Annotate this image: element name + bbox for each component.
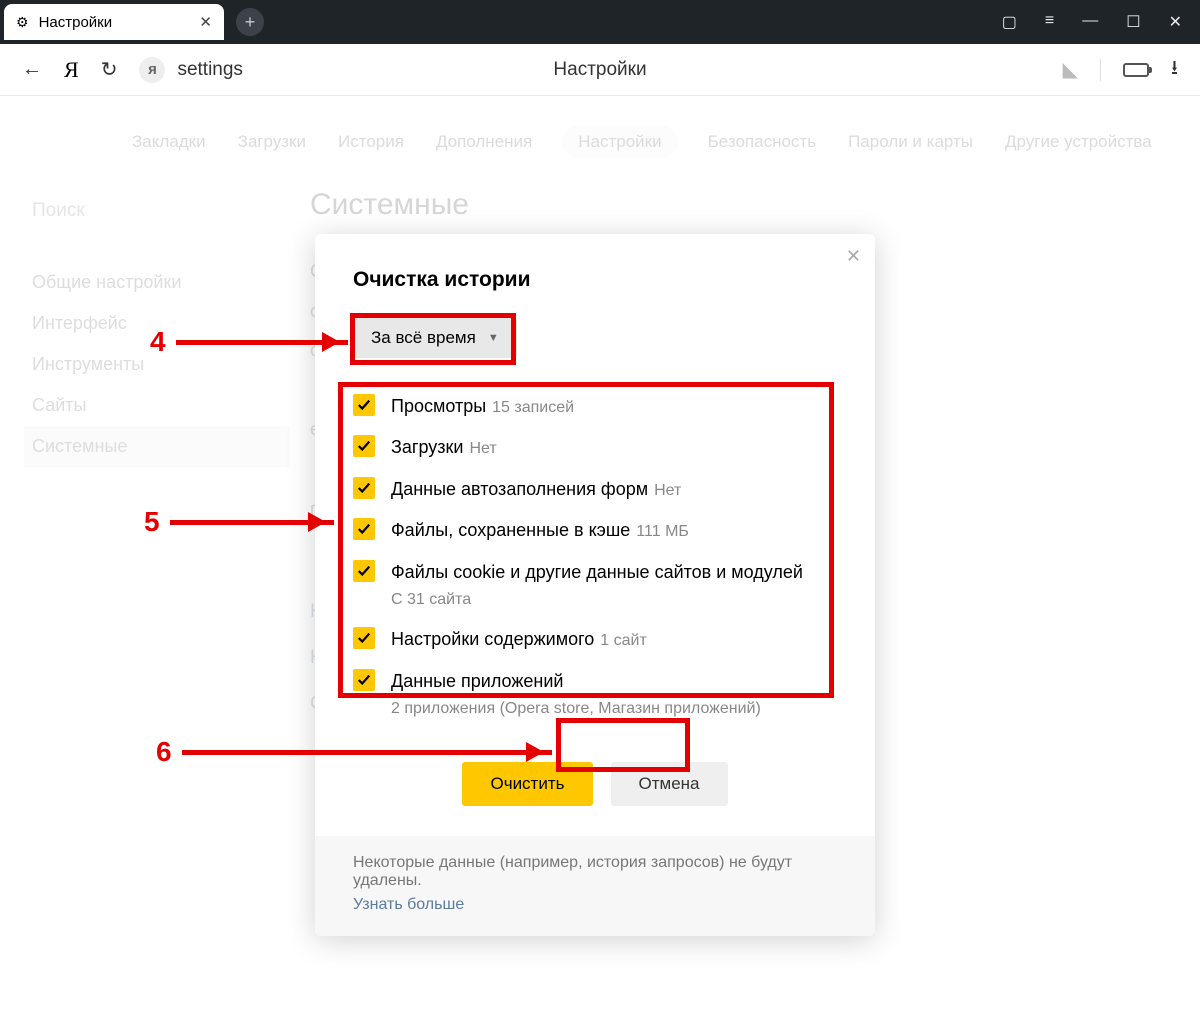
checkbox[interactable]	[353, 394, 375, 416]
checkbox[interactable]	[353, 560, 375, 582]
address-bar: ← Я ↻ я settings Настройки ◣ ⭳	[0, 44, 1200, 96]
checkbox[interactable]	[353, 518, 375, 540]
gear-icon: ⚙	[16, 14, 29, 31]
checkbox[interactable]	[353, 435, 375, 457]
reload-icon[interactable]: ↻	[101, 57, 118, 82]
yandex-icon[interactable]: Я	[64, 57, 79, 83]
checkbox-label: Файлы, сохраненные в кэше111 МБ	[391, 518, 689, 543]
close-icon[interactable]: ✕	[846, 246, 861, 267]
checkbox-label: Просмотры15 записей	[391, 394, 574, 419]
checkbox-row: Данные приложений2 приложения (Opera sto…	[353, 661, 837, 729]
tab-title: Настройки	[39, 14, 113, 31]
new-tab-button[interactable]: +	[236, 8, 264, 36]
checkbox-label: Настройки содержимого1 сайт	[391, 627, 647, 652]
minimize-icon[interactable]: —	[1082, 12, 1098, 32]
maximize-icon[interactable]: ☐	[1126, 12, 1140, 32]
checkbox-label: ЗагрузкиНет	[391, 435, 497, 460]
checkbox[interactable]	[353, 477, 375, 499]
page-title: Настройки	[553, 59, 646, 81]
browser-tab[interactable]: ⚙ Настройки ✕	[4, 4, 224, 40]
checkbox-row: Просмотры15 записей	[353, 386, 837, 427]
footer-text: Некоторые данные (например, история запр…	[353, 854, 792, 889]
titlebar: ⚙ Настройки ✕ + ▢ ≡ — ☐ ✕	[0, 0, 1200, 44]
url-text: settings	[177, 59, 242, 81]
checkbox-row: Настройки содержимого1 сайт	[353, 619, 837, 660]
dialog-footer: Некоторые данные (например, история запр…	[315, 836, 875, 936]
cancel-button[interactable]: Отмена	[611, 762, 728, 806]
time-range-select[interactable]: За всё время ▼	[353, 318, 517, 358]
learn-more-link[interactable]: Узнать больше	[353, 896, 464, 914]
close-window-icon[interactable]: ✕	[1169, 12, 1182, 32]
clear-history-dialog: ✕ Очистка истории За всё время ▼ Просмот…	[315, 234, 875, 936]
clear-button[interactable]: Очистить	[462, 762, 592, 806]
checkbox-row: Данные автозаполнения формНет	[353, 469, 837, 510]
checkbox-label: Данные приложений2 приложения (Opera sto…	[391, 669, 761, 721]
battery-icon	[1123, 63, 1149, 77]
checkbox-row: Файлы cookie и другие данные сайтов и мо…	[353, 552, 837, 620]
site-badge-icon: я	[139, 57, 165, 83]
separator	[1100, 59, 1101, 81]
tab-close-icon[interactable]: ✕	[199, 13, 212, 31]
checkbox[interactable]	[353, 669, 375, 691]
select-value: За всё время	[371, 328, 476, 348]
url-box[interactable]: я settings	[139, 57, 242, 83]
checkbox-label: Файлы cookie и другие данные сайтов и мо…	[391, 560, 803, 612]
sidebar-toggle-icon[interactable]: ▢	[1002, 12, 1017, 32]
checkbox-label: Данные автозаполнения формНет	[391, 477, 681, 502]
checkbox-row: Файлы, сохраненные в кэше111 МБ	[353, 510, 837, 551]
checkbox-row: ЗагрузкиНет	[353, 427, 837, 468]
chevron-down-icon: ▼	[488, 332, 499, 344]
checkbox[interactable]	[353, 627, 375, 649]
menu-icon[interactable]: ≡	[1045, 12, 1054, 32]
download-icon[interactable]: ⭳	[1171, 53, 1178, 87]
dialog-title: Очистка истории	[353, 268, 837, 292]
back-icon[interactable]: ←	[22, 58, 42, 81]
bookmark-icon[interactable]: ◣	[1063, 57, 1078, 82]
